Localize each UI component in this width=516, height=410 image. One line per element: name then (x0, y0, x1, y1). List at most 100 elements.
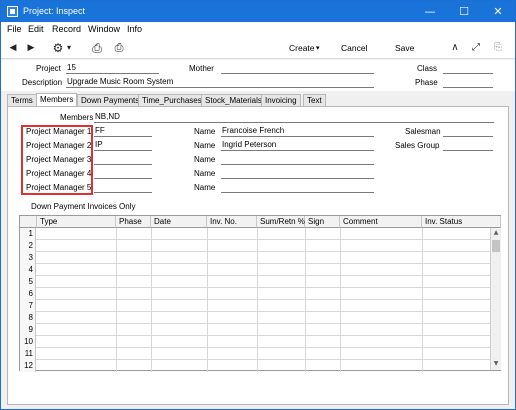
menu-info[interactable]: Info (127, 24, 142, 35)
scroll-down-icon[interactable]: ▼ (491, 359, 501, 369)
phase-field[interactable] (443, 77, 493, 88)
expand-icon[interactable]: ⤢ (469, 41, 483, 55)
cancel-button[interactable]: Cancel (341, 43, 367, 53)
description-label: Description (22, 78, 63, 87)
members-field[interactable]: NB,ND (94, 112, 494, 123)
table-row[interactable]: 9 (20, 324, 490, 336)
menu-edit[interactable]: Edit (28, 24, 44, 35)
name-5-label: Name (194, 183, 216, 192)
name-2-label: Name (194, 141, 216, 150)
name-1-field[interactable]: Francoise French (221, 126, 374, 137)
window-title: Project: Inspect (23, 6, 86, 16)
next-record-icon[interactable]: ▶ (25, 41, 37, 55)
row-number: 7 (20, 300, 36, 312)
name-4-field[interactable] (221, 168, 374, 179)
name-2-field[interactable]: Ingrid Peterson (221, 140, 374, 151)
name-3-label: Name (194, 155, 216, 164)
chart-icon[interactable]: ∧ (449, 41, 461, 55)
row-number: 10 (20, 336, 36, 348)
table-row[interactable]: 6 (20, 288, 490, 300)
menu-window[interactable]: Window (88, 24, 120, 35)
create-button[interactable]: Create (289, 43, 315, 53)
app-icon (7, 6, 18, 17)
sales-group-label: Sales Group (395, 141, 440, 150)
salesman-label: Salesman (405, 127, 441, 136)
name-5-field[interactable] (221, 182, 374, 193)
project-manager-highlight (21, 125, 93, 195)
title-bar[interactable]: Project: Inspect — ☐ ✕ (1, 1, 515, 22)
sales-group-field[interactable] (443, 140, 493, 151)
name-4-label: Name (194, 169, 216, 178)
down-payment-invoices-label: Down Payment Invoices Only (31, 202, 136, 211)
minimize-button[interactable]: — (413, 1, 447, 22)
menu-file[interactable]: File (7, 24, 22, 35)
table-row[interactable]: 7 (20, 300, 490, 312)
name-1-label: Name (194, 127, 216, 136)
settings-icon[interactable]: ⚙ (51, 41, 65, 55)
mother-field[interactable] (221, 63, 374, 74)
row-number: 1 (20, 228, 36, 240)
column-header-type[interactable]: Type (37, 216, 116, 228)
column-header-inv-no[interactable]: Inv. No. (207, 216, 257, 228)
table-row[interactable]: 8 (20, 312, 490, 324)
menu-bar: File Edit Record Window Info (1, 22, 515, 37)
row-number: 4 (20, 264, 36, 276)
column-header-phase[interactable]: Phase (116, 216, 151, 228)
previous-record-icon[interactable]: ◀ (7, 41, 19, 55)
save-button[interactable]: Save (395, 43, 414, 53)
column-header-date[interactable]: Date (151, 216, 207, 228)
row-number: 5 (20, 276, 36, 288)
tab-members[interactable]: Members (36, 93, 78, 107)
table-row[interactable]: 5 (20, 276, 490, 288)
create-dropdown-icon[interactable]: ▾ (316, 43, 320, 53)
project-manager-4-field[interactable] (94, 168, 152, 179)
maximize-button[interactable]: ☐ (447, 1, 481, 22)
salesman-field[interactable] (443, 126, 493, 137)
row-number: 6 (20, 288, 36, 300)
table-row[interactable]: 11 (20, 348, 490, 360)
project-manager-3-field[interactable] (94, 154, 152, 165)
description-field[interactable]: Upgrade Music Room System (66, 77, 374, 88)
menu-record[interactable]: Record (52, 24, 81, 35)
column-header-inv-status[interactable]: Inv. Status (422, 216, 501, 228)
row-number: 11 (20, 348, 36, 360)
column-header-comment[interactable]: Comment (340, 216, 422, 228)
mother-label: Mother (189, 64, 214, 73)
project-manager-2-field[interactable]: IP (94, 140, 152, 151)
column-header-sign[interactable]: Sign (305, 216, 340, 228)
project-inspect-window: Project: Inspect — ☐ ✕ File Edit Record … (0, 0, 516, 410)
print-preview-icon[interactable]: ⎙ (111, 41, 127, 55)
table-scrollbar[interactable]: ▲ ▼ (490, 228, 501, 370)
print-icon[interactable]: ⎙ (90, 41, 104, 55)
members-label: Members (60, 113, 94, 122)
name-3-field[interactable] (221, 154, 374, 165)
table-row[interactable]: 2 (20, 240, 490, 252)
attachment-icon[interactable]: ⎘ (491, 41, 505, 55)
row-number: 3 (20, 252, 36, 264)
row-number: 2 (20, 240, 36, 252)
table-row[interactable]: 4 (20, 264, 490, 276)
table-row[interactable]: 3 (20, 252, 490, 264)
phase-label: Phase (415, 78, 438, 87)
project-manager-5-field[interactable] (94, 182, 152, 193)
down-payment-invoices-table: Type Phase Date Inv. No. Sum/Retn % Sign… (19, 215, 501, 372)
class-label: Class (417, 64, 438, 73)
column-header-sum-retn[interactable]: Sum/Retn % (257, 216, 305, 228)
close-button[interactable]: ✕ (481, 1, 515, 22)
row-number: 12 (20, 360, 36, 372)
table-row[interactable]: 1 (20, 228, 490, 240)
settings-dropdown-icon[interactable]: ▾ (65, 41, 73, 55)
project-label: Project (36, 64, 61, 73)
row-number: 8 (20, 312, 36, 324)
class-field[interactable] (443, 63, 493, 74)
scroll-thumb[interactable] (492, 240, 500, 252)
toolbar: ◀ ▶ ⚙ ▾ ⎙ ⎙ Create ▾ Cancel Save ∧ ⤢ ⎘ (1, 37, 515, 59)
row-number: 9 (20, 324, 36, 336)
project-field[interactable]: 15 (66, 63, 159, 74)
table-row[interactable]: 10 (20, 336, 490, 348)
project-manager-1-field[interactable]: FF (94, 126, 152, 137)
row-number-header (20, 216, 37, 228)
scroll-up-icon[interactable]: ▲ (491, 228, 501, 238)
record-header: Project 15 Mother Class Description Upgr… (1, 60, 515, 91)
table-row[interactable]: 12 (20, 360, 490, 372)
